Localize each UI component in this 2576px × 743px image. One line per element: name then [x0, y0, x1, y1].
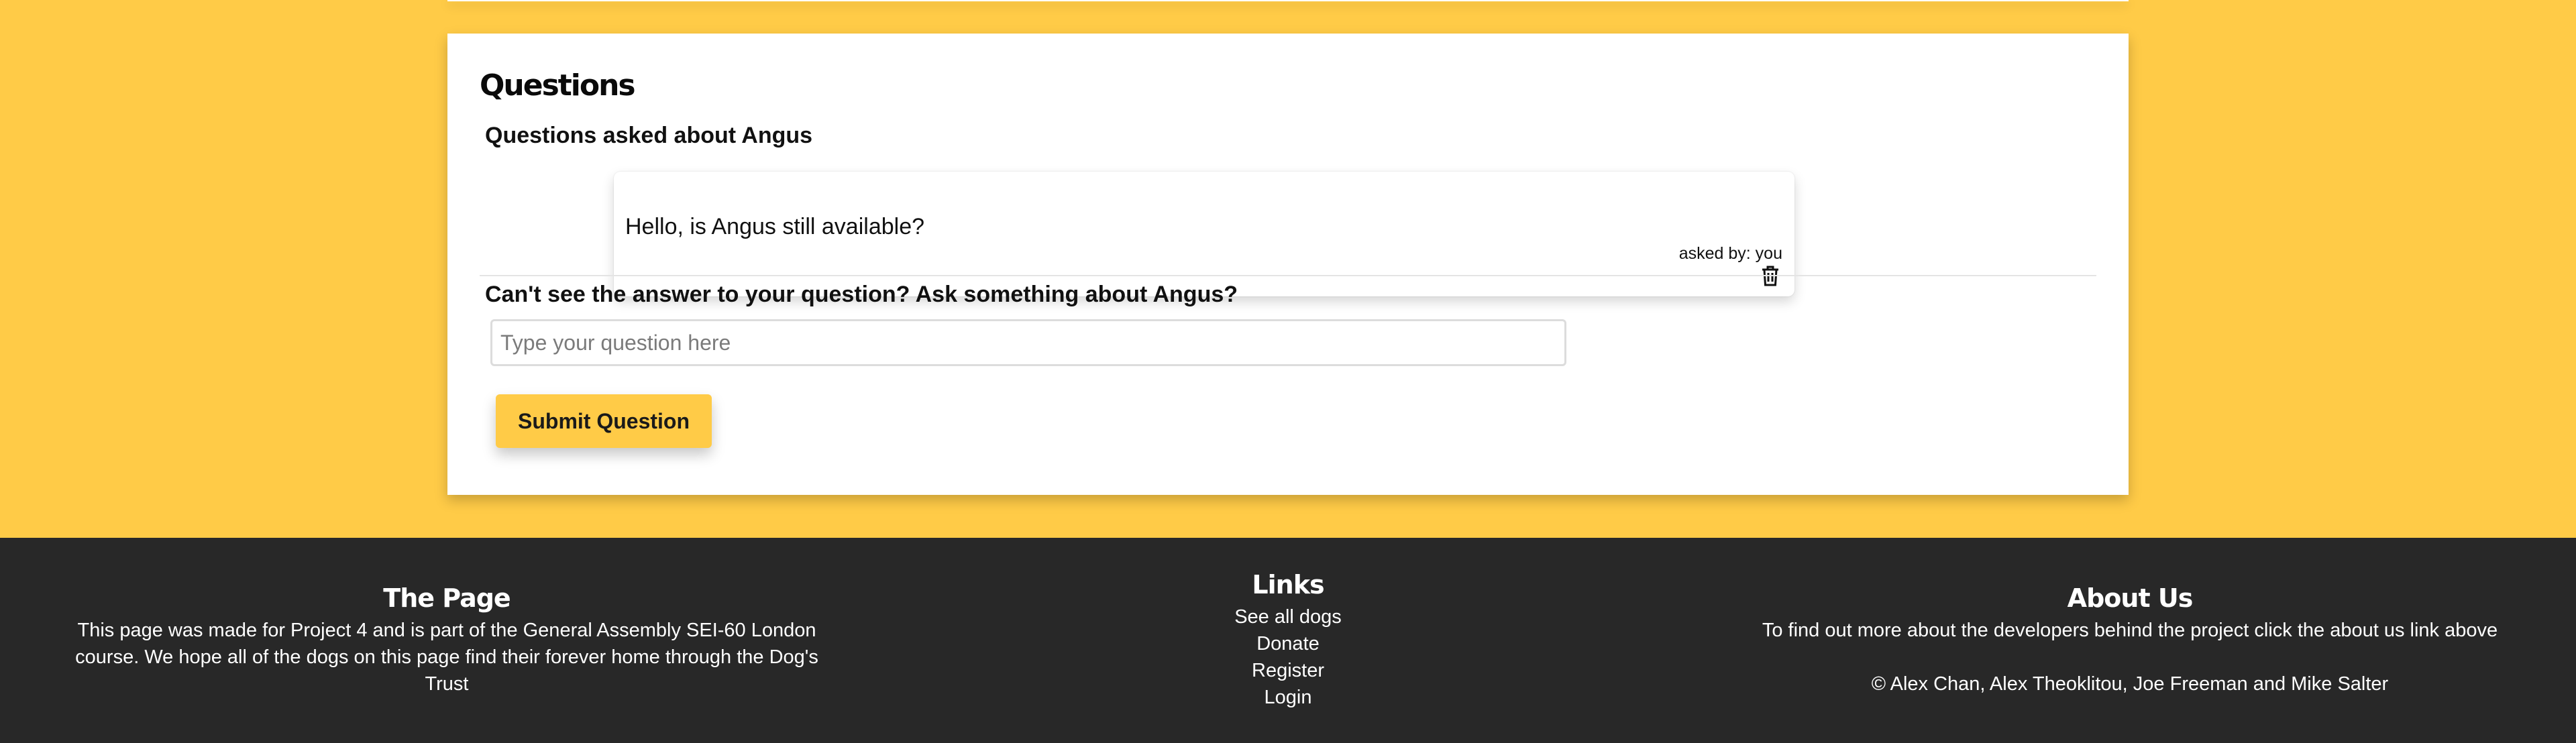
footer-about-text: To find out more about the developers be… [1762, 620, 2498, 641]
footer-links-column: Links See all dogs Donate Register Login [1154, 570, 1422, 711]
footer: The Page This page was made for Project … [0, 538, 2576, 743]
ask-question-title: Can't see the answer to your question? A… [485, 282, 1238, 307]
footer-about-heading: About Us [2067, 583, 2194, 613]
footer-links-heading: Links [1252, 570, 1324, 599]
footer-link-register[interactable]: Register [1154, 657, 1422, 684]
questions-subtitle: Questions asked about Angus [485, 123, 813, 148]
submit-question-button[interactable]: Submit Question [496, 394, 712, 448]
copyright-text: © Alex Chan, Alex Theoklitou, Joe Freema… [1871, 673, 2389, 695]
footer-link-login[interactable]: Login [1154, 684, 1422, 711]
footer-link-all-dogs[interactable]: See all dogs [1154, 604, 1422, 630]
question-card: Hello, is Angus still available? asked b… [614, 172, 1794, 296]
footer-page-column: The Page This page was made for Project … [64, 583, 829, 697]
questions-card: Questions Questions asked about Angus He… [447, 34, 2129, 495]
question-text: Hello, is Angus still available? [625, 214, 925, 239]
previous-card-edge [447, 0, 2129, 1]
footer-about-column: About Us To find out more about the deve… [1717, 583, 2542, 697]
question-input[interactable] [490, 319, 1566, 366]
footer-page-heading: The Page [383, 583, 511, 613]
footer-page-text: This page was made for Project 4 and is … [75, 620, 818, 695]
divider [480, 275, 2096, 276]
questions-title: Questions [480, 68, 636, 103]
footer-link-donate[interactable]: Donate [1154, 630, 1422, 657]
asked-by-label: asked by: you [1678, 244, 1782, 263]
